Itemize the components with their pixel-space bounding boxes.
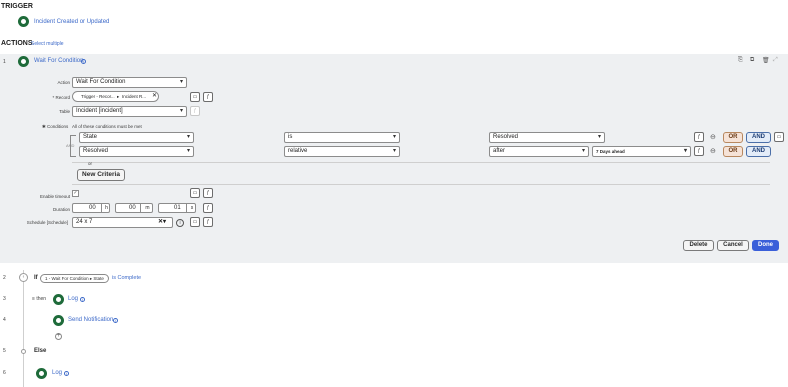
- enable-timeout-label: Enable timeout: [39, 194, 70, 199]
- script-icon[interactable]: ƒ: [203, 188, 213, 198]
- checkbox-icon[interactable]: ✓: [72, 190, 79, 197]
- table-label: Table: [59, 109, 70, 114]
- or-button-1[interactable]: OR: [723, 132, 743, 143]
- record-pill-1[interactable]: Trigger - Recor...: [81, 92, 115, 102]
- script-icon[interactable]: ƒ: [694, 132, 704, 142]
- step-number: 4: [3, 317, 6, 323]
- new-criteria-button[interactable]: New Criteria: [77, 169, 125, 181]
- data-pill-icon[interactable]: ▭: [190, 217, 200, 227]
- condition-value-2[interactable]: after: [489, 146, 589, 157]
- done-button[interactable]: Done: [752, 240, 779, 251]
- else-keyword: Else: [34, 348, 47, 354]
- record-pill-2[interactable]: Incident R...: [122, 92, 146, 102]
- data-pill-icon[interactable]: ▭: [190, 92, 200, 102]
- duplicate-icon[interactable]: ⧉: [750, 57, 754, 64]
- condition-extra-2[interactable]: 7 Days ahead: [592, 146, 691, 157]
- record-field[interactable]: Trigger - Recor... ▸ Incident R... ✕: [72, 91, 159, 102]
- script-icon[interactable]: ƒ: [203, 92, 213, 102]
- condition-pill[interactable]: 1 - Wait For Condition ▸ State: [40, 274, 109, 283]
- record-label: * Record: [52, 95, 70, 100]
- duration-minutes[interactable]: 00 m: [115, 203, 153, 213]
- duration-seconds[interactable]: 01 s: [158, 203, 196, 213]
- condition-field-1[interactable]: State: [79, 132, 194, 143]
- schedule-select[interactable]: 24 x 7 ✕▾: [72, 217, 173, 228]
- flow-step-icon: [53, 315, 64, 326]
- step-number: 2: [3, 275, 6, 281]
- plus-icon[interactable]: +: [55, 333, 62, 340]
- step-number: 6: [3, 370, 6, 376]
- branch-icon: ‹: [19, 273, 28, 282]
- then-keyword: ≡ then: [32, 296, 47, 302]
- info-icon[interactable]: i: [113, 318, 118, 323]
- conditions-label: ✱ Conditions: [42, 124, 69, 129]
- remove-condition-icon[interactable]: ⊖: [710, 147, 716, 155]
- step-number: 3: [3, 296, 6, 302]
- clear-icon[interactable]: ✕: [152, 92, 157, 102]
- table-select[interactable]: Incident [incident]: [72, 106, 187, 117]
- actions-heading: ACTIONS: [1, 40, 33, 47]
- script-icon: ƒ: [190, 106, 200, 116]
- info-icon[interactable]: i: [64, 371, 69, 376]
- trigger-row[interactable]: Incident Created or Updated: [18, 16, 109, 27]
- duration-label: Duration: [52, 207, 70, 212]
- info-icon[interactable]: i: [80, 297, 85, 302]
- action-select[interactable]: Wait For Condition: [72, 77, 187, 88]
- script-icon[interactable]: ƒ: [203, 217, 213, 227]
- data-pill-icon[interactable]: ▭: [190, 188, 200, 198]
- flow-step-icon: [18, 56, 29, 67]
- info-icon[interactable]: i: [176, 219, 184, 227]
- flow-line: [23, 270, 24, 387]
- trigger-name[interactable]: Incident Created or Updated: [34, 19, 109, 25]
- script-icon[interactable]: ƒ: [694, 146, 704, 156]
- or-button-2[interactable]: OR: [723, 146, 743, 157]
- delete-button[interactable]: Delete: [683, 240, 714, 251]
- script-icon[interactable]: ƒ: [203, 203, 213, 213]
- condition-value-1[interactable]: Resolved: [489, 132, 605, 143]
- expand-icon[interactable]: ⤢: [773, 57, 778, 64]
- and-button-2[interactable]: AND: [746, 146, 771, 157]
- if-keyword: If: [34, 275, 38, 281]
- step-title[interactable]: Log: [52, 370, 62, 376]
- and-connector: AND: [66, 143, 75, 148]
- flow-step-icon: [53, 294, 64, 305]
- step-title[interactable]: Wait For Condition: [34, 58, 83, 64]
- copy-icon[interactable]: ⎘: [738, 57, 743, 64]
- if-condition[interactable]: is Complete: [112, 275, 141, 281]
- step-number: 5: [3, 348, 6, 354]
- conditions-note: All of these conditions must be met: [72, 124, 142, 129]
- cancel-button[interactable]: Cancel: [717, 240, 749, 251]
- flow-step-icon: [36, 368, 47, 379]
- step-title[interactable]: Log: [68, 296, 78, 302]
- flow-step-icon: [18, 16, 29, 27]
- condition-operator-1[interactable]: is: [284, 132, 400, 143]
- action-label: Action: [57, 80, 70, 85]
- divider: [72, 184, 770, 185]
- clear-icon[interactable]: ✕▾: [158, 218, 166, 228]
- or-label: or: [88, 161, 93, 166]
- duration-hours[interactable]: 00 h: [72, 203, 110, 213]
- action-editor-panel: 1 Wait For Condition i ⎘ ⧉ 🗑 ⤢ Action Wa…: [0, 54, 788, 263]
- schedule-label: Schedule [Schedule]: [26, 220, 68, 225]
- condition-operator-2[interactable]: relative: [284, 146, 400, 157]
- and-button-1[interactable]: AND: [746, 132, 771, 143]
- trash-icon[interactable]: 🗑: [762, 57, 770, 64]
- select-multiple-link[interactable]: Select multiple: [31, 41, 64, 47]
- divider: [72, 162, 770, 163]
- step-number: 1: [3, 59, 6, 65]
- remove-condition-icon[interactable]: ⊖: [710, 133, 716, 141]
- info-icon[interactable]: i: [81, 59, 86, 64]
- step-title[interactable]: Send Notification: [68, 317, 113, 323]
- condition-field-2[interactable]: Resolved: [79, 146, 194, 157]
- data-pill-icon[interactable]: ▭: [774, 132, 784, 142]
- trigger-heading: TRIGGER: [1, 3, 33, 10]
- branch-dot: [21, 349, 26, 354]
